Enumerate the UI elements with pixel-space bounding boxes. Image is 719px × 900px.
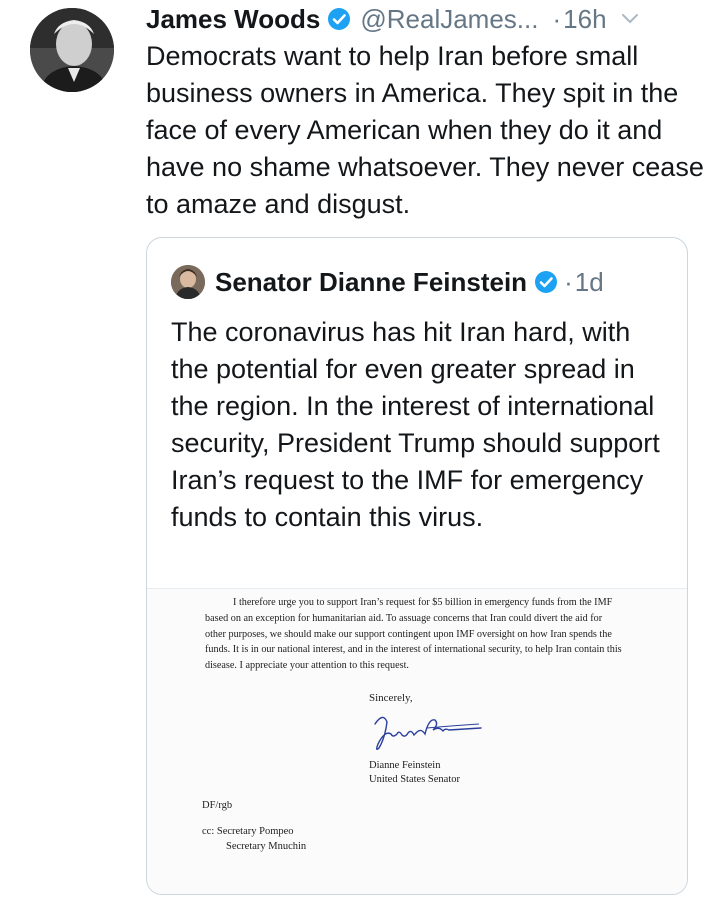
tweet[interactable]: James Woods @RealJames... · 16h Democrat…: [0, 0, 719, 900]
chevron-down-icon[interactable]: [621, 13, 639, 25]
tweet-header: James Woods @RealJames... · 16h: [146, 2, 706, 36]
signer-name: Dianne Feinstein: [369, 760, 441, 771]
tweet-text: Democrats want to help Iran before small…: [146, 41, 704, 219]
verified-badge-icon: [535, 271, 558, 293]
separator-dot: ·: [564, 266, 573, 297]
quoted-author-avatar[interactable]: [171, 265, 205, 299]
letter-initials: DF/rgb: [202, 800, 233, 811]
separator-dot: ·: [552, 3, 562, 34]
quoted-author-name[interactable]: Senator Dianne Feinstein: [215, 267, 527, 298]
signature: [374, 716, 482, 751]
letter-closing: Sincerely,: [369, 692, 413, 704]
quoted-tweet[interactable]: Senator Dianne Feinstein · 1d The corona…: [146, 237, 688, 895]
tweet-timestamp[interactable]: 16h: [563, 4, 606, 35]
verified-badge-icon: [328, 8, 351, 30]
quoted-author-avatar-image: [171, 265, 205, 299]
letter-body: I therefore urge you to support Iran’s r…: [205, 597, 622, 672]
quoted-tweet-timestamp[interactable]: 1d: [575, 267, 604, 298]
author-avatar-image: [30, 8, 114, 92]
letter-signer: Dianne Feinstein United States Senator: [369, 759, 460, 787]
signer-title: United States Senator: [369, 774, 460, 785]
letter-cc: cc: Secretary Pompeo Secretary Mnuchin: [202, 824, 306, 854]
author-name[interactable]: James Woods: [146, 4, 320, 35]
quoted-tweet-header: Senator Dianne Feinstein · 1d: [171, 264, 604, 300]
author-avatar[interactable]: [30, 8, 114, 92]
author-handle[interactable]: @RealJames...: [360, 4, 538, 35]
quoted-tweet-text: The coronavirus has hit Iran hard, with …: [171, 317, 660, 532]
cc-line-1: cc: Secretary Pompeo: [202, 826, 294, 837]
cc-line-2: Secretary Mnuchin: [226, 841, 307, 852]
letter-image[interactable]: I therefore urge you to support Iran’s r…: [147, 588, 687, 894]
